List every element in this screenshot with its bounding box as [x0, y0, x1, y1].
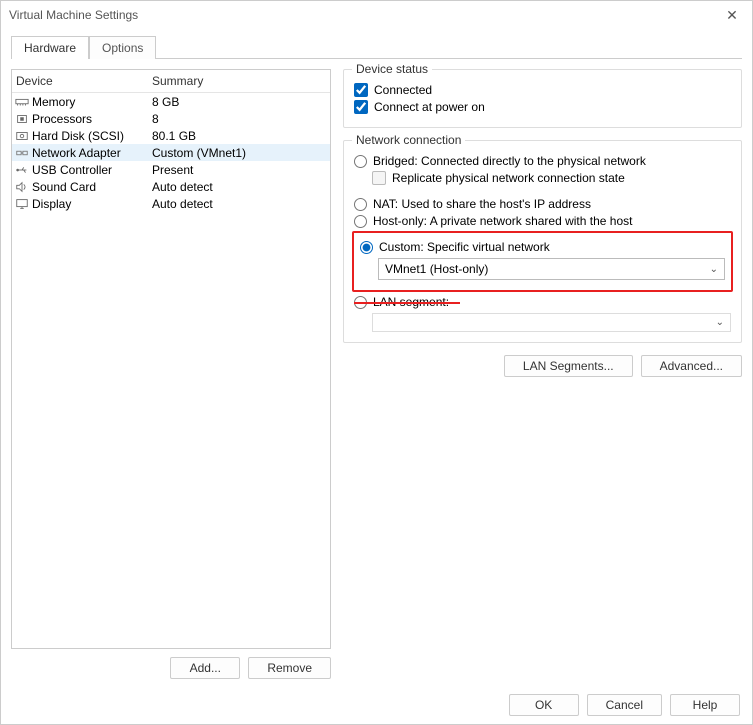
connect-power-checkbox[interactable] — [354, 100, 368, 114]
device-list: Device Summary Memory 8 GB Processors 8 … — [11, 69, 331, 649]
device-summary: 8 — [152, 112, 159, 126]
custom-vmnet-value: VMnet1 (Host-only) — [385, 262, 488, 276]
network-icon — [14, 146, 30, 160]
device-summary: Auto detect — [152, 180, 213, 194]
help-button[interactable]: Help — [670, 694, 740, 716]
usb-icon — [14, 163, 30, 177]
bridged-radio[interactable] — [354, 155, 367, 168]
window-title: Virtual Machine Settings — [9, 8, 138, 22]
nat-label: NAT: Used to share the host's IP address — [373, 197, 591, 211]
cancel-button[interactable]: Cancel — [587, 694, 662, 716]
replicate-label: Replicate physical network connection st… — [392, 171, 625, 185]
lansegment-dropdown: ⌄ — [372, 313, 731, 332]
advanced-button[interactable]: Advanced... — [641, 355, 742, 377]
device-summary: 80.1 GB — [152, 129, 196, 143]
device-name: Hard Disk (SCSI) — [32, 129, 152, 143]
device-name: USB Controller — [32, 163, 152, 177]
close-icon[interactable]: ✕ — [712, 7, 752, 24]
device-name: Network Adapter — [32, 146, 152, 160]
device-row-processors[interactable]: Processors 8 — [12, 110, 330, 127]
bridged-label: Bridged: Connected directly to the physi… — [373, 154, 646, 168]
cpu-icon — [14, 112, 30, 126]
hostonly-radio[interactable] — [354, 215, 367, 228]
network-connection-legend: Network connection — [352, 133, 465, 147]
device-summary: Custom (VMnet1) — [152, 146, 246, 160]
device-row-display[interactable]: Display Auto detect — [12, 195, 330, 212]
hostonly-label: Host-only: A private network shared with… — [373, 214, 632, 228]
device-row-harddisk[interactable]: Hard Disk (SCSI) 80.1 GB — [12, 127, 330, 144]
disk-icon — [14, 129, 30, 143]
device-name: Memory — [32, 95, 152, 109]
connect-power-label: Connect at power on — [374, 100, 485, 114]
device-row-sound[interactable]: Sound Card Auto detect — [12, 178, 330, 195]
device-summary: 8 GB — [152, 95, 179, 109]
memory-icon — [14, 95, 30, 109]
connected-checkbox[interactable] — [354, 83, 368, 97]
network-connection-group: Network connection Bridged: Connected di… — [343, 140, 742, 343]
chevron-down-icon: ⌄ — [710, 264, 718, 275]
add-button[interactable]: Add... — [170, 657, 240, 679]
device-name: Processors — [32, 112, 152, 126]
device-summary: Auto detect — [152, 197, 213, 211]
remove-button[interactable]: Remove — [248, 657, 331, 679]
sound-icon — [14, 180, 30, 194]
lansegment-label: LAN segment: — [373, 295, 449, 309]
tab-hardware[interactable]: Hardware — [11, 36, 89, 59]
device-summary: Present — [152, 163, 193, 177]
custom-label: Custom: Specific virtual network — [379, 240, 550, 254]
custom-highlight: Custom: Specific virtual network VMnet1 … — [352, 231, 733, 292]
custom-radio[interactable] — [360, 241, 373, 254]
tab-options[interactable]: Options — [89, 36, 156, 59]
replicate-checkbox — [372, 171, 386, 185]
nat-radio[interactable] — [354, 198, 367, 211]
device-header-summary: Summary — [152, 74, 330, 88]
ok-button[interactable]: OK — [509, 694, 579, 716]
connected-label: Connected — [374, 83, 432, 97]
display-icon — [14, 197, 30, 211]
device-row-memory[interactable]: Memory 8 GB — [12, 93, 330, 110]
device-row-usb[interactable]: USB Controller Present — [12, 161, 330, 178]
lansegment-radio[interactable] — [354, 296, 367, 309]
device-name: Display — [32, 197, 152, 211]
custom-vmnet-dropdown[interactable]: VMnet1 (Host-only) ⌄ — [378, 258, 725, 280]
lan-segments-button[interactable]: LAN Segments... — [504, 355, 633, 377]
device-row-network[interactable]: Network Adapter Custom (VMnet1) — [12, 144, 330, 161]
device-header-device: Device — [12, 74, 152, 88]
device-status-legend: Device status — [352, 62, 432, 76]
chevron-down-icon: ⌄ — [716, 317, 724, 328]
device-status-group: Device status Connected Connect at power… — [343, 69, 742, 128]
device-name: Sound Card — [32, 180, 152, 194]
